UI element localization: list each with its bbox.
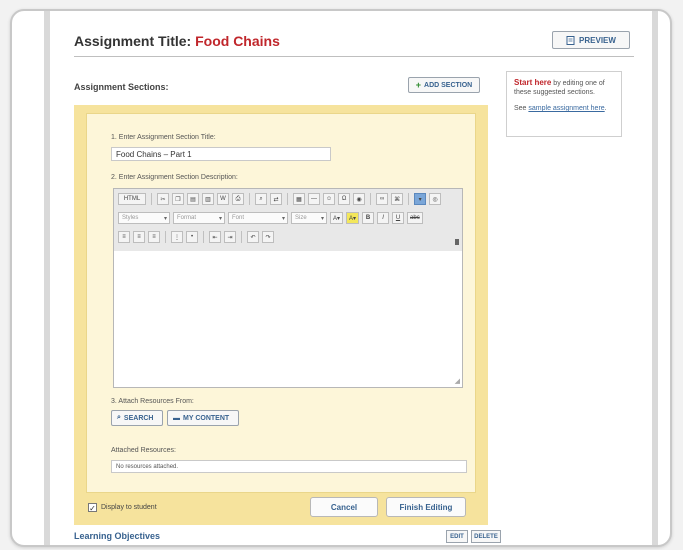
unlink-icon[interactable]: ⌘	[391, 193, 404, 205]
preview-label: PREVIEW	[579, 35, 616, 45]
image-icon[interactable]: ◉	[353, 193, 366, 205]
edit-button[interactable]: EDIT	[446, 530, 468, 543]
display-checkbox[interactable]: ✓	[88, 503, 97, 513]
search-label: SEARCH	[123, 414, 154, 422]
search-button[interactable]: ⌕ SEARCH	[111, 410, 163, 426]
cancel-button[interactable]: Cancel	[310, 497, 378, 517]
start-here-label: Start here	[514, 78, 552, 87]
toolbar-separator	[241, 231, 242, 243]
section-title-input[interactable]	[111, 147, 331, 161]
toolbar-separator	[203, 231, 204, 243]
see-text: See	[514, 105, 529, 112]
underline-button[interactable]: U	[392, 212, 405, 224]
attached-resources-field: No resources attached.	[111, 460, 467, 473]
paste-icon[interactable]: ▤	[187, 193, 199, 205]
page-title: Assignment Title: Food Chains	[74, 33, 280, 49]
find-icon[interactable]: ⌕	[255, 193, 267, 205]
hr-icon[interactable]: ―	[308, 193, 320, 205]
step2-label: 2. Enter Assignment Section Description:	[111, 174, 238, 181]
table-icon[interactable]: ▦	[293, 193, 305, 205]
app-frame: Assignment Title: Food Chains PREVIEW As…	[10, 9, 672, 547]
add-section-label: ADD SECTION	[424, 81, 473, 89]
my-content-button[interactable]: ▬ MY CONTENT	[167, 410, 239, 426]
align-right-icon[interactable]: ≡	[148, 231, 160, 243]
plus-icon: +	[415, 80, 422, 90]
paste-word-icon[interactable]: W	[217, 193, 229, 205]
outdent-icon[interactable]: ⇤	[209, 231, 221, 243]
highlight-icon[interactable]: ▾	[414, 193, 427, 205]
text-color-icon[interactable]: A▾	[330, 212, 344, 224]
font-select[interactable]: Font	[228, 212, 288, 224]
section-editor-inner: 1. Enter Assignment Section Title: 2. En…	[86, 113, 476, 493]
toolbar-row-1: HTML ✂ ❐ ▤ ▥ W ⎙ ⌕ ⇄ ▦ ― ☺ Ω ◉ ∞ ⌘ ▾ ◎	[118, 192, 442, 206]
display-label: Display to student	[101, 504, 157, 511]
toolbar-separator	[165, 231, 166, 243]
italic-button[interactable]: I	[377, 212, 390, 224]
search-icon: ⌕	[117, 414, 121, 421]
toolbar-separator	[151, 193, 152, 205]
resize-handle-icon[interactable]: ◢	[455, 377, 460, 385]
redo-icon[interactable]: ↷	[262, 231, 274, 243]
ordered-list-icon[interactable]: ⋮	[171, 231, 183, 243]
size-select[interactable]: Size	[291, 212, 327, 224]
learning-objectives-label: Learning Objectives	[74, 531, 161, 541]
page: Assignment Title: Food Chains PREVIEW As…	[56, 11, 648, 545]
finish-editing-button[interactable]: Finish Editing	[386, 497, 466, 517]
align-center-icon[interactable]: ≡	[133, 231, 145, 243]
strike-button[interactable]: abc	[407, 212, 423, 224]
sample-assignment-link[interactable]: sample assignment here	[528, 105, 604, 112]
right-rail	[652, 11, 658, 545]
title-label: Assignment Title:	[74, 33, 192, 49]
smiley-icon[interactable]: ☺	[323, 193, 336, 205]
step1-label: 1. Enter Assignment Section Title:	[111, 134, 216, 141]
align-left-icon[interactable]: ≡	[118, 231, 130, 243]
paste-text-icon[interactable]: ▥	[202, 193, 214, 205]
unordered-list-icon[interactable]: •	[186, 231, 198, 243]
sections-label: Assignment Sections:	[74, 82, 169, 92]
attached-resources-label: Attached Resources:	[111, 447, 176, 454]
styles-select[interactable]: Styles	[118, 212, 170, 224]
toolbar-row-3: ≡ ≡ ≡ ⋮ • ⇤ ⇥ ↶ ↷	[118, 230, 274, 244]
preview-button[interactable]: PREVIEW	[552, 31, 630, 49]
toolbar-separator	[287, 193, 288, 205]
step3-label: 3. Attach Resources From:	[111, 398, 194, 405]
link-icon[interactable]: ∞	[376, 193, 389, 205]
html-source-button[interactable]: HTML	[118, 193, 146, 205]
undo-icon[interactable]: ↶	[247, 231, 259, 243]
see-period: .	[604, 105, 607, 112]
folder-icon: ▬	[173, 414, 180, 422]
format-select[interactable]: Format	[173, 212, 225, 224]
editor-toolbar: HTML ✂ ❐ ▤ ▥ W ⎙ ⌕ ⇄ ▦ ― ☺ Ω ◉ ∞ ⌘ ▾ ◎ S…	[114, 189, 462, 252]
toolbar-separator	[370, 193, 372, 205]
display-to-student[interactable]: ✓ Display to student	[88, 503, 157, 513]
cut-icon[interactable]: ✂	[157, 193, 169, 205]
left-rail	[44, 11, 50, 545]
help-box: Start here by editing one of these sugge…	[506, 71, 622, 137]
my-content-label: MY CONTENT	[183, 414, 230, 422]
toolbar-row-2: Styles Format Font Size A▾ A▾ B I U abc	[118, 211, 423, 225]
section-editor-panel: 1. Enter Assignment Section Title: 2. En…	[74, 105, 488, 525]
print-icon[interactable]: ⎙	[232, 193, 244, 205]
header-divider	[74, 56, 634, 57]
rich-text-editor[interactable]: HTML ✂ ❐ ▤ ▥ W ⎙ ⌕ ⇄ ▦ ― ☺ Ω ◉ ∞ ⌘ ▾ ◎ S…	[113, 188, 463, 388]
spellcheck-icon[interactable]: ◎	[429, 193, 442, 205]
replace-icon[interactable]: ⇄	[270, 193, 282, 205]
add-section-button[interactable]: + ADD SECTION	[408, 77, 480, 93]
scroll-indicator	[455, 239, 459, 245]
special-char-icon[interactable]: Ω	[338, 193, 351, 205]
delete-button[interactable]: DELETE	[471, 530, 501, 543]
bold-button[interactable]: B	[362, 212, 375, 224]
toolbar-separator	[408, 193, 410, 205]
copy-icon[interactable]: ❐	[172, 193, 184, 205]
preview-icon	[566, 35, 575, 45]
indent-icon[interactable]: ⇥	[224, 231, 236, 243]
toolbar-separator	[249, 193, 250, 205]
editor-content-area[interactable]: ◢	[114, 251, 462, 387]
bg-color-icon[interactable]: A▾	[346, 212, 360, 224]
title-value: Food Chains	[195, 33, 280, 49]
